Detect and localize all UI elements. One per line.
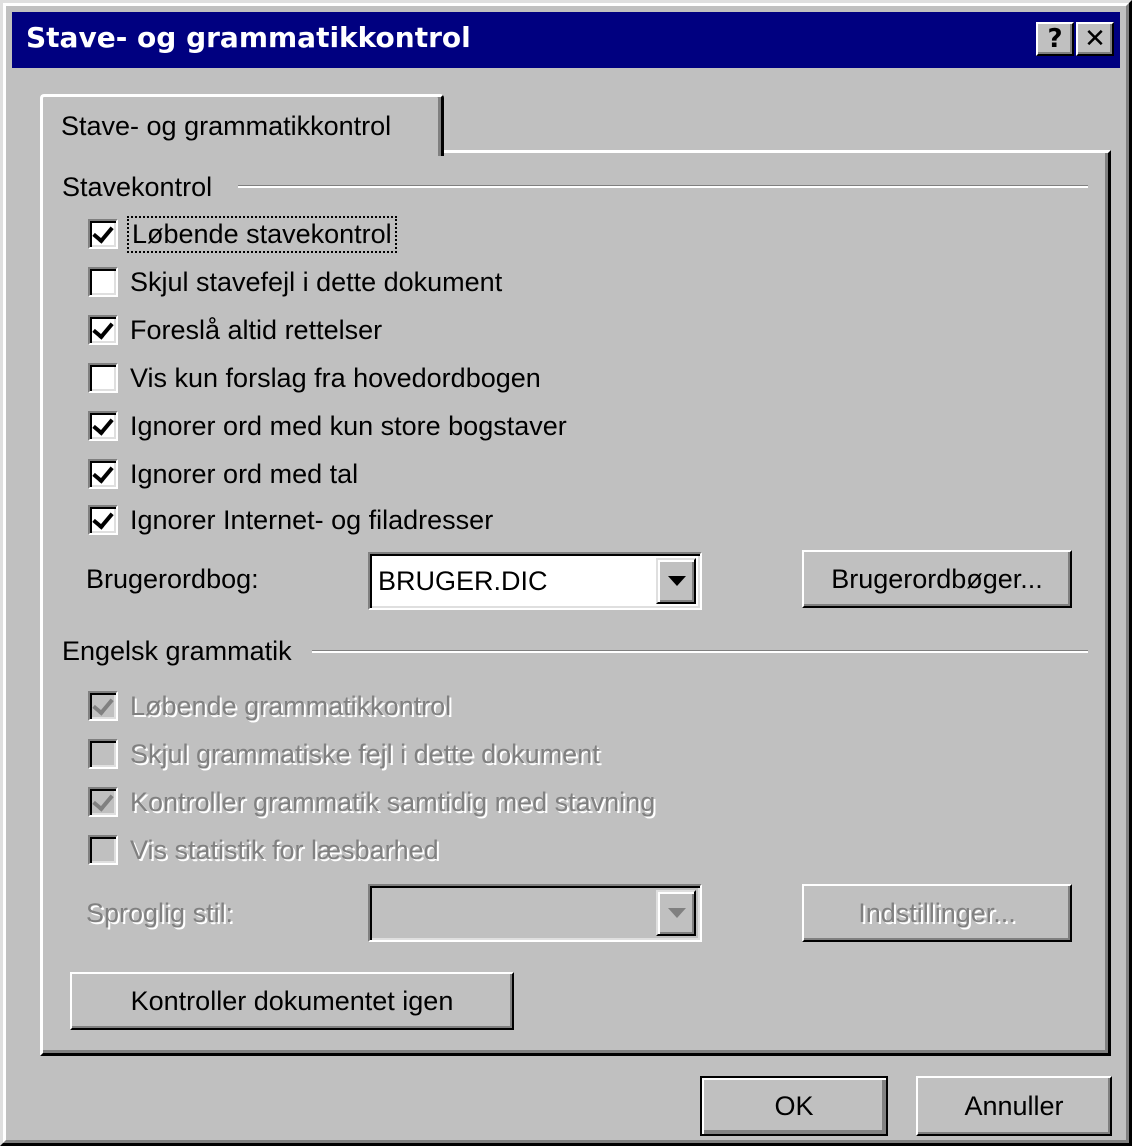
option-ignore-uppercase[interactable]: Ignorer ord med kun store bogstaver <box>88 406 567 446</box>
custom-dictionaries-button[interactable]: Brugerordbøger... <box>802 550 1072 608</box>
option-ignore-internet-addresses[interactable]: Ignorer Internet- og filadresser <box>88 500 493 540</box>
checkbox-hide-grammar-errors[interactable] <box>88 739 118 769</box>
option-label: Skjul grammatiske fejl i dette dokument <box>130 738 600 769</box>
option-ignore-numbers[interactable]: Ignorer ord med tal <box>88 454 358 494</box>
option-hide-grammar-errors[interactable]: Skjul grammatiske fejl i dette dokument <box>88 734 600 774</box>
dropdown-arrow-icon[interactable] <box>656 890 696 936</box>
title-bar[interactable]: Stave- og grammatikkontrol ? ✕ <box>12 12 1120 68</box>
spelling-group-divider <box>238 185 1088 188</box>
checkbox-check-grammar-as-you-type[interactable] <box>88 691 118 721</box>
option-label: Foreslå altid rettelser <box>130 314 383 345</box>
option-hide-spelling-errors[interactable]: Skjul stavefejl i dette dokument <box>88 262 502 302</box>
option-check-grammar-with-spelling[interactable]: Kontroller grammatik samtidig med stavni… <box>88 782 655 822</box>
checkbox-always-suggest[interactable] <box>88 315 118 345</box>
option-always-suggest[interactable]: Foreslå altid rettelser <box>88 310 382 350</box>
checkbox-check-grammar-with-spelling[interactable] <box>88 787 118 817</box>
cancel-button[interactable]: Annuller <box>916 1076 1112 1136</box>
option-readability-statistics[interactable]: Vis statistik for læsbarhed <box>88 830 439 870</box>
writing-style-select[interactable] <box>368 884 702 942</box>
checkbox-main-dictionary-only[interactable] <box>88 363 118 393</box>
close-icon[interactable]: ✕ <box>1076 22 1114 56</box>
dropdown-arrow-icon[interactable] <box>656 558 696 604</box>
checkbox-readability-statistics[interactable] <box>88 835 118 865</box>
grammar-settings-button[interactable]: Indstillinger... <box>802 884 1072 942</box>
option-label: Skjul stavefejl i dette dokument <box>130 266 503 297</box>
option-label: Vis kun forslag fra hovedordbogen <box>130 362 541 393</box>
grammar-group-label: Engelsk grammatik <box>62 636 292 666</box>
option-label: Vis statistik for læsbarhed <box>130 834 439 865</box>
tab-spelling-grammar[interactable]: Stave- og grammatikkontrol <box>40 94 444 156</box>
option-label: Løbende stavekontrol <box>127 215 397 253</box>
option-label: Ignorer ord med tal <box>130 458 359 489</box>
spelling-group-label: Stavekontrol <box>62 172 213 202</box>
option-label: Kontroller grammatik samtidig med stavni… <box>130 786 656 817</box>
writing-style-label: Sproglig stil: <box>86 898 234 928</box>
help-icon[interactable]: ? <box>1036 22 1074 56</box>
option-check-spelling-as-you-type[interactable]: Løbende stavekontrol <box>88 214 397 254</box>
custom-dictionary-select[interactable]: BRUGER.DIC <box>368 552 702 610</box>
dialog-window: Stave- og grammatikkontrol ? ✕ Stave- og… <box>0 0 1132 1146</box>
checkbox-ignore-internet-addresses[interactable] <box>88 505 118 535</box>
option-label: Ignorer ord med kun store bogstaver <box>130 410 567 441</box>
checkbox-check-spelling-as-you-type[interactable] <box>88 219 118 249</box>
checkbox-ignore-numbers[interactable] <box>88 459 118 489</box>
option-main-dictionary-only[interactable]: Vis kun forslag fra hovedordbogen <box>88 358 541 398</box>
option-check-grammar-as-you-type[interactable]: Løbende grammatikkontrol <box>88 686 451 726</box>
custom-dictionary-label: Brugerordbog: <box>86 564 259 594</box>
checkbox-hide-spelling-errors[interactable] <box>88 267 118 297</box>
tab-label: Stave- og grammatikkontrol <box>61 111 392 141</box>
checkbox-ignore-uppercase[interactable] <box>88 411 118 441</box>
dialog-frame: Stave- og grammatikkontrol ? ✕ Stave- og… <box>3 3 1129 1143</box>
recheck-document-button[interactable]: Kontroller dokumentet igen <box>70 972 514 1030</box>
grammar-group-divider <box>312 650 1088 653</box>
option-label: Løbende grammatikkontrol <box>130 690 452 721</box>
custom-dictionary-value: BRUGER.DIC <box>378 566 548 596</box>
ok-button[interactable]: OK <box>700 1076 888 1136</box>
option-label: Ignorer Internet- og filadresser <box>130 504 494 535</box>
dialog-title: Stave- og grammatikkontrol <box>26 21 471 54</box>
